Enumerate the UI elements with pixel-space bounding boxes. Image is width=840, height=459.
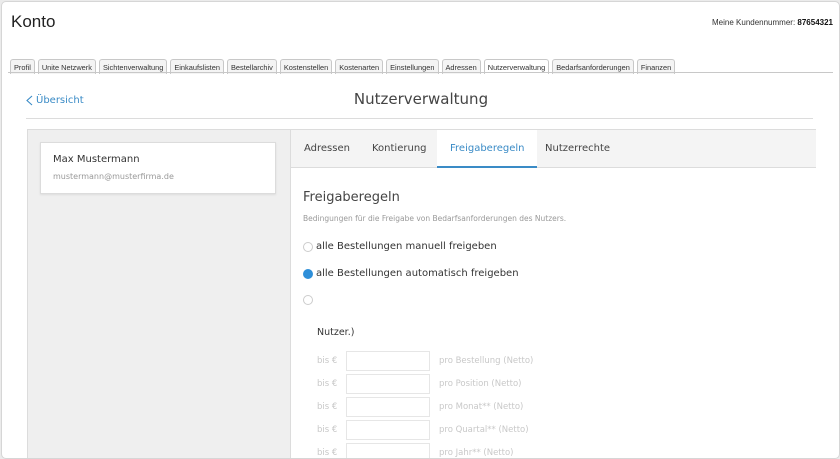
limit-row-month: bis € pro Monat** (Netto) <box>317 397 523 417</box>
limit-row-order: bis € pro Bestellung (Netto) <box>317 351 533 371</box>
limit-input-position[interactable] <box>346 374 430 394</box>
option-automatic-approval[interactable]: alle Bestellungen automatisch freigeben <box>303 268 519 279</box>
limit-row-quarter: bis € pro Quartal** (Netto) <box>317 420 529 440</box>
user-card[interactable]: Max Mustermann mustermann@musterfirma.de <box>40 142 276 194</box>
tab-adressen-detail[interactable]: Adressen <box>291 130 363 167</box>
limit-suffix: pro Jahr** (Netto) <box>439 448 514 458</box>
radio-limit[interactable] <box>303 295 313 305</box>
limit-row-year: bis € pro Jahr** (Netto) <box>317 443 514 458</box>
limit-suffix: pro Monat** (Netto) <box>439 402 524 412</box>
app-window: Konto Meine Kundennummer: 87654321 Profi… <box>1 1 840 459</box>
limit-prefix: bis € <box>317 448 338 458</box>
user-email: mustermann@musterfirma.de <box>53 172 174 181</box>
limit-prefix: bis € <box>317 402 338 412</box>
user-management-container: Max Mustermann mustermann@musterfirma.de… <box>27 129 816 458</box>
customer-number-display: Meine Kundennummer: 87654321 <box>712 18 833 27</box>
section-title: Freigaberegeln <box>303 190 400 205</box>
limit-section-label: Nutzer.) <box>317 327 355 338</box>
app-title: Konto <box>11 12 56 31</box>
limit-prefix: bis € <box>317 425 338 435</box>
user-detail-tabs: Adressen Kontierung Freigaberegeln Nutze… <box>291 130 816 168</box>
customer-number-label: Meine Kundennummer: <box>712 18 796 27</box>
limit-row-position: bis € pro Position (Netto) <box>317 374 522 394</box>
limit-suffix: pro Quartal** (Netto) <box>439 425 529 435</box>
limit-input-year[interactable] <box>346 443 430 458</box>
section-description: Bedingungen für die Freigabe von Bedarfs… <box>303 214 567 223</box>
tab-kontierung[interactable]: Kontierung <box>359 130 440 167</box>
tabs-divider <box>8 72 833 73</box>
limit-suffix: pro Bestellung (Netto) <box>439 356 534 366</box>
option-limit-approval[interactable] <box>303 295 316 305</box>
option-automatic-label: alle Bestellungen automatisch freigeben <box>316 268 519 279</box>
radio-automatic[interactable] <box>303 268 313 279</box>
limit-input-quarter[interactable] <box>346 420 430 440</box>
limit-prefix: bis € <box>317 356 338 366</box>
option-manual-approval[interactable]: alle Bestellungen manuell freigeben <box>303 241 497 252</box>
limit-input-order[interactable] <box>346 351 430 371</box>
limit-prefix: bis € <box>317 379 338 389</box>
limit-input-month[interactable] <box>346 397 430 417</box>
page-title: Nutzerverwaltung <box>353 90 489 108</box>
tab-nutzerrechte[interactable]: Nutzerrechte <box>532 130 623 167</box>
option-manual-label: alle Bestellungen manuell freigeben <box>316 241 497 252</box>
limit-suffix: pro Position (Netto) <box>439 379 522 389</box>
title-divider <box>26 118 813 119</box>
user-detail-panel: Adressen Kontierung Freigaberegeln Nutze… <box>290 130 816 458</box>
radio-manual[interactable] <box>303 241 313 252</box>
customer-number-value: 87654321 <box>797 18 833 27</box>
user-name: Max Mustermann <box>53 154 140 165</box>
tab-freigaberegeln[interactable]: Freigaberegeln <box>437 130 538 168</box>
